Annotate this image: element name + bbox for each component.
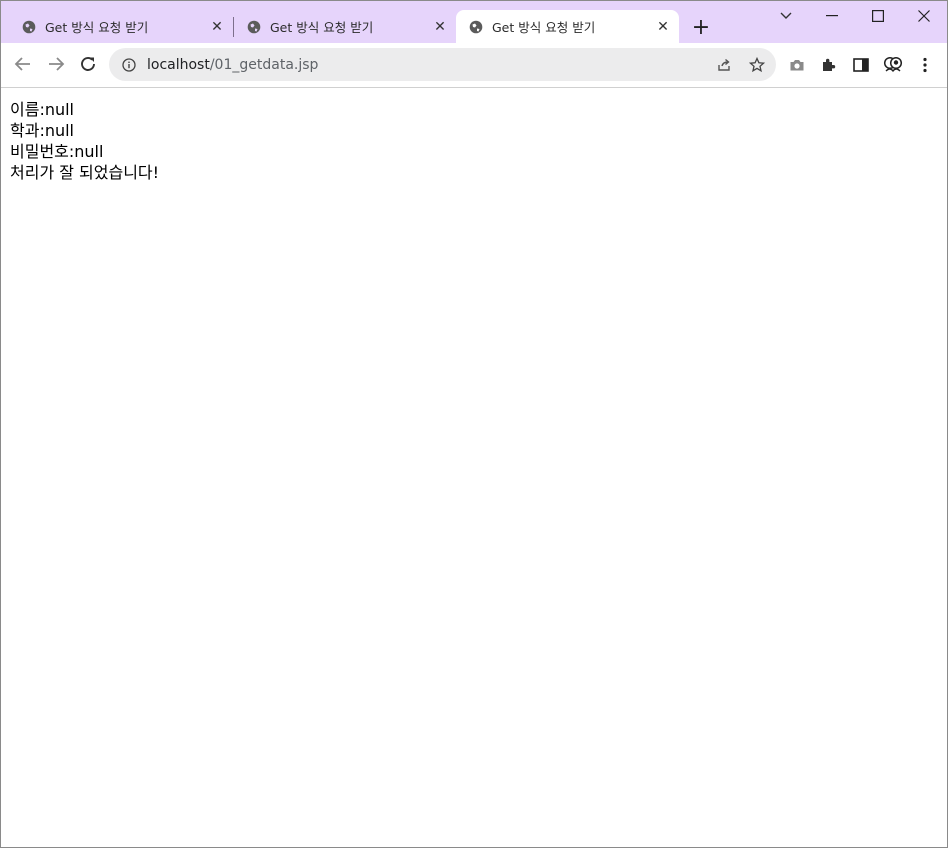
- side-panel-icon[interactable]: [851, 55, 871, 75]
- browser-window: Get 방식 요청 받기 ✕ Get 방식 요청 받기 ✕ Get 방식 요청 …: [0, 0, 948, 848]
- arrow-left-icon: [14, 57, 30, 71]
- globe-icon: [469, 20, 483, 34]
- success-message: 처리가 잘 되었습니다!: [10, 163, 160, 182]
- tab-close-icon[interactable]: ✕: [655, 19, 671, 35]
- toolbar: localhost/01_getdata.jsp: [1, 43, 947, 88]
- url-path: /01_getdata.jsp: [209, 56, 319, 73]
- reload-button[interactable]: [73, 49, 103, 79]
- address-bar[interactable]: localhost/01_getdata.jsp: [109, 48, 776, 81]
- chevron-down-icon: [780, 12, 792, 19]
- extensions-puzzle-icon[interactable]: [819, 55, 839, 75]
- tab-2[interactable]: Get 방식 요청 받기 ✕: [234, 10, 456, 43]
- maximize-icon: [872, 10, 884, 22]
- tab-3-active[interactable]: Get 방식 요청 받기 ✕: [456, 10, 679, 43]
- tab-1[interactable]: Get 방식 요청 받기 ✕: [1, 10, 233, 43]
- page-content: 이름:null 학과:null 비밀번호:null 처리가 잘 되었습니다!: [1, 88, 947, 847]
- url-text: localhost/01_getdata.jsp: [147, 57, 318, 73]
- more-menu-icon[interactable]: [915, 55, 935, 75]
- minimize-icon: [826, 15, 838, 17]
- minimize-button[interactable]: [809, 1, 855, 31]
- tab-strip: Get 방식 요청 받기 ✕ Get 방식 요청 받기 ✕ Get 방식 요청 …: [1, 1, 947, 43]
- tab-title: Get 방식 요청 받기: [492, 20, 596, 35]
- bookmark-star-icon[interactable]: [748, 56, 766, 74]
- tab-title: Get 방식 요청 받기: [45, 20, 149, 35]
- reload-icon: [81, 57, 95, 71]
- back-button[interactable]: [8, 49, 38, 79]
- tab-title: Get 방식 요청 받기: [270, 20, 374, 35]
- close-window-button[interactable]: [901, 1, 947, 31]
- tab-close-icon[interactable]: ✕: [209, 19, 225, 35]
- forward-button[interactable]: [41, 49, 71, 79]
- new-tab-button[interactable]: +: [689, 15, 713, 40]
- tab-search-button[interactable]: [763, 1, 809, 31]
- maximize-button[interactable]: [855, 1, 901, 31]
- info-icon[interactable]: [121, 57, 137, 73]
- profile-avatar-icon[interactable]: [883, 55, 903, 75]
- globe-icon: [22, 20, 36, 34]
- share-icon[interactable]: [715, 56, 733, 74]
- camera-icon[interactable]: [787, 55, 807, 75]
- arrow-right-icon: [49, 57, 65, 71]
- globe-icon: [247, 20, 261, 34]
- url-host: localhost: [147, 56, 210, 73]
- close-icon: [918, 10, 930, 22]
- tab-close-icon[interactable]: ✕: [432, 19, 448, 35]
